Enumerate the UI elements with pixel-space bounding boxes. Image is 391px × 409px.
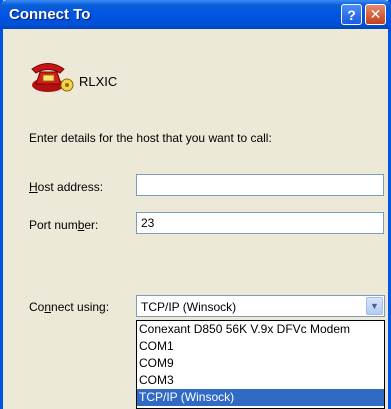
- help-button[interactable]: ?: [341, 4, 362, 25]
- dropdown-toggle-button[interactable]: ▼: [366, 297, 383, 315]
- option-tcpip-winsock[interactable]: TCP/IP (Winsock): [137, 389, 384, 406]
- chevron-down-icon: ▼: [370, 301, 379, 311]
- title-bar[interactable]: Connect To ? ✕: [0, 0, 391, 29]
- host-address-label: Host address:: [29, 180, 104, 194]
- close-icon: ✕: [369, 6, 382, 22]
- port-number-label: Port number:: [29, 218, 99, 232]
- help-icon: ?: [347, 6, 356, 23]
- host-address-input[interactable]: [136, 174, 384, 196]
- option-com3[interactable]: COM3: [137, 372, 384, 389]
- option-com1[interactable]: COM1: [137, 338, 384, 355]
- connect-using-value: TCP/IP (Winsock): [141, 300, 237, 314]
- connect-using-options-list: Conexant D850 56K V.9x DFVc Modem COM1 C…: [136, 320, 385, 409]
- connection-name: RLXIC: [79, 74, 118, 89]
- connect-using-dropdown[interactable]: TCP/IP (Winsock) ▼: [136, 295, 385, 317]
- option-com9[interactable]: COM9: [137, 355, 384, 372]
- close-button[interactable]: ✕: [365, 4, 386, 25]
- window-title: Connect To: [9, 6, 91, 23]
- option-conexant-modem[interactable]: Conexant D850 56K V.9x DFVc Modem: [137, 321, 384, 338]
- connect-using-label: Connect using:: [29, 300, 110, 314]
- port-number-input[interactable]: [136, 212, 384, 234]
- phone-icon: [31, 63, 74, 92]
- connect-to-dialog: Connect To ? ✕ RLXIC Enter details for t…: [0, 0, 391, 409]
- instruction-text: Enter details for the host that you want…: [29, 131, 272, 145]
